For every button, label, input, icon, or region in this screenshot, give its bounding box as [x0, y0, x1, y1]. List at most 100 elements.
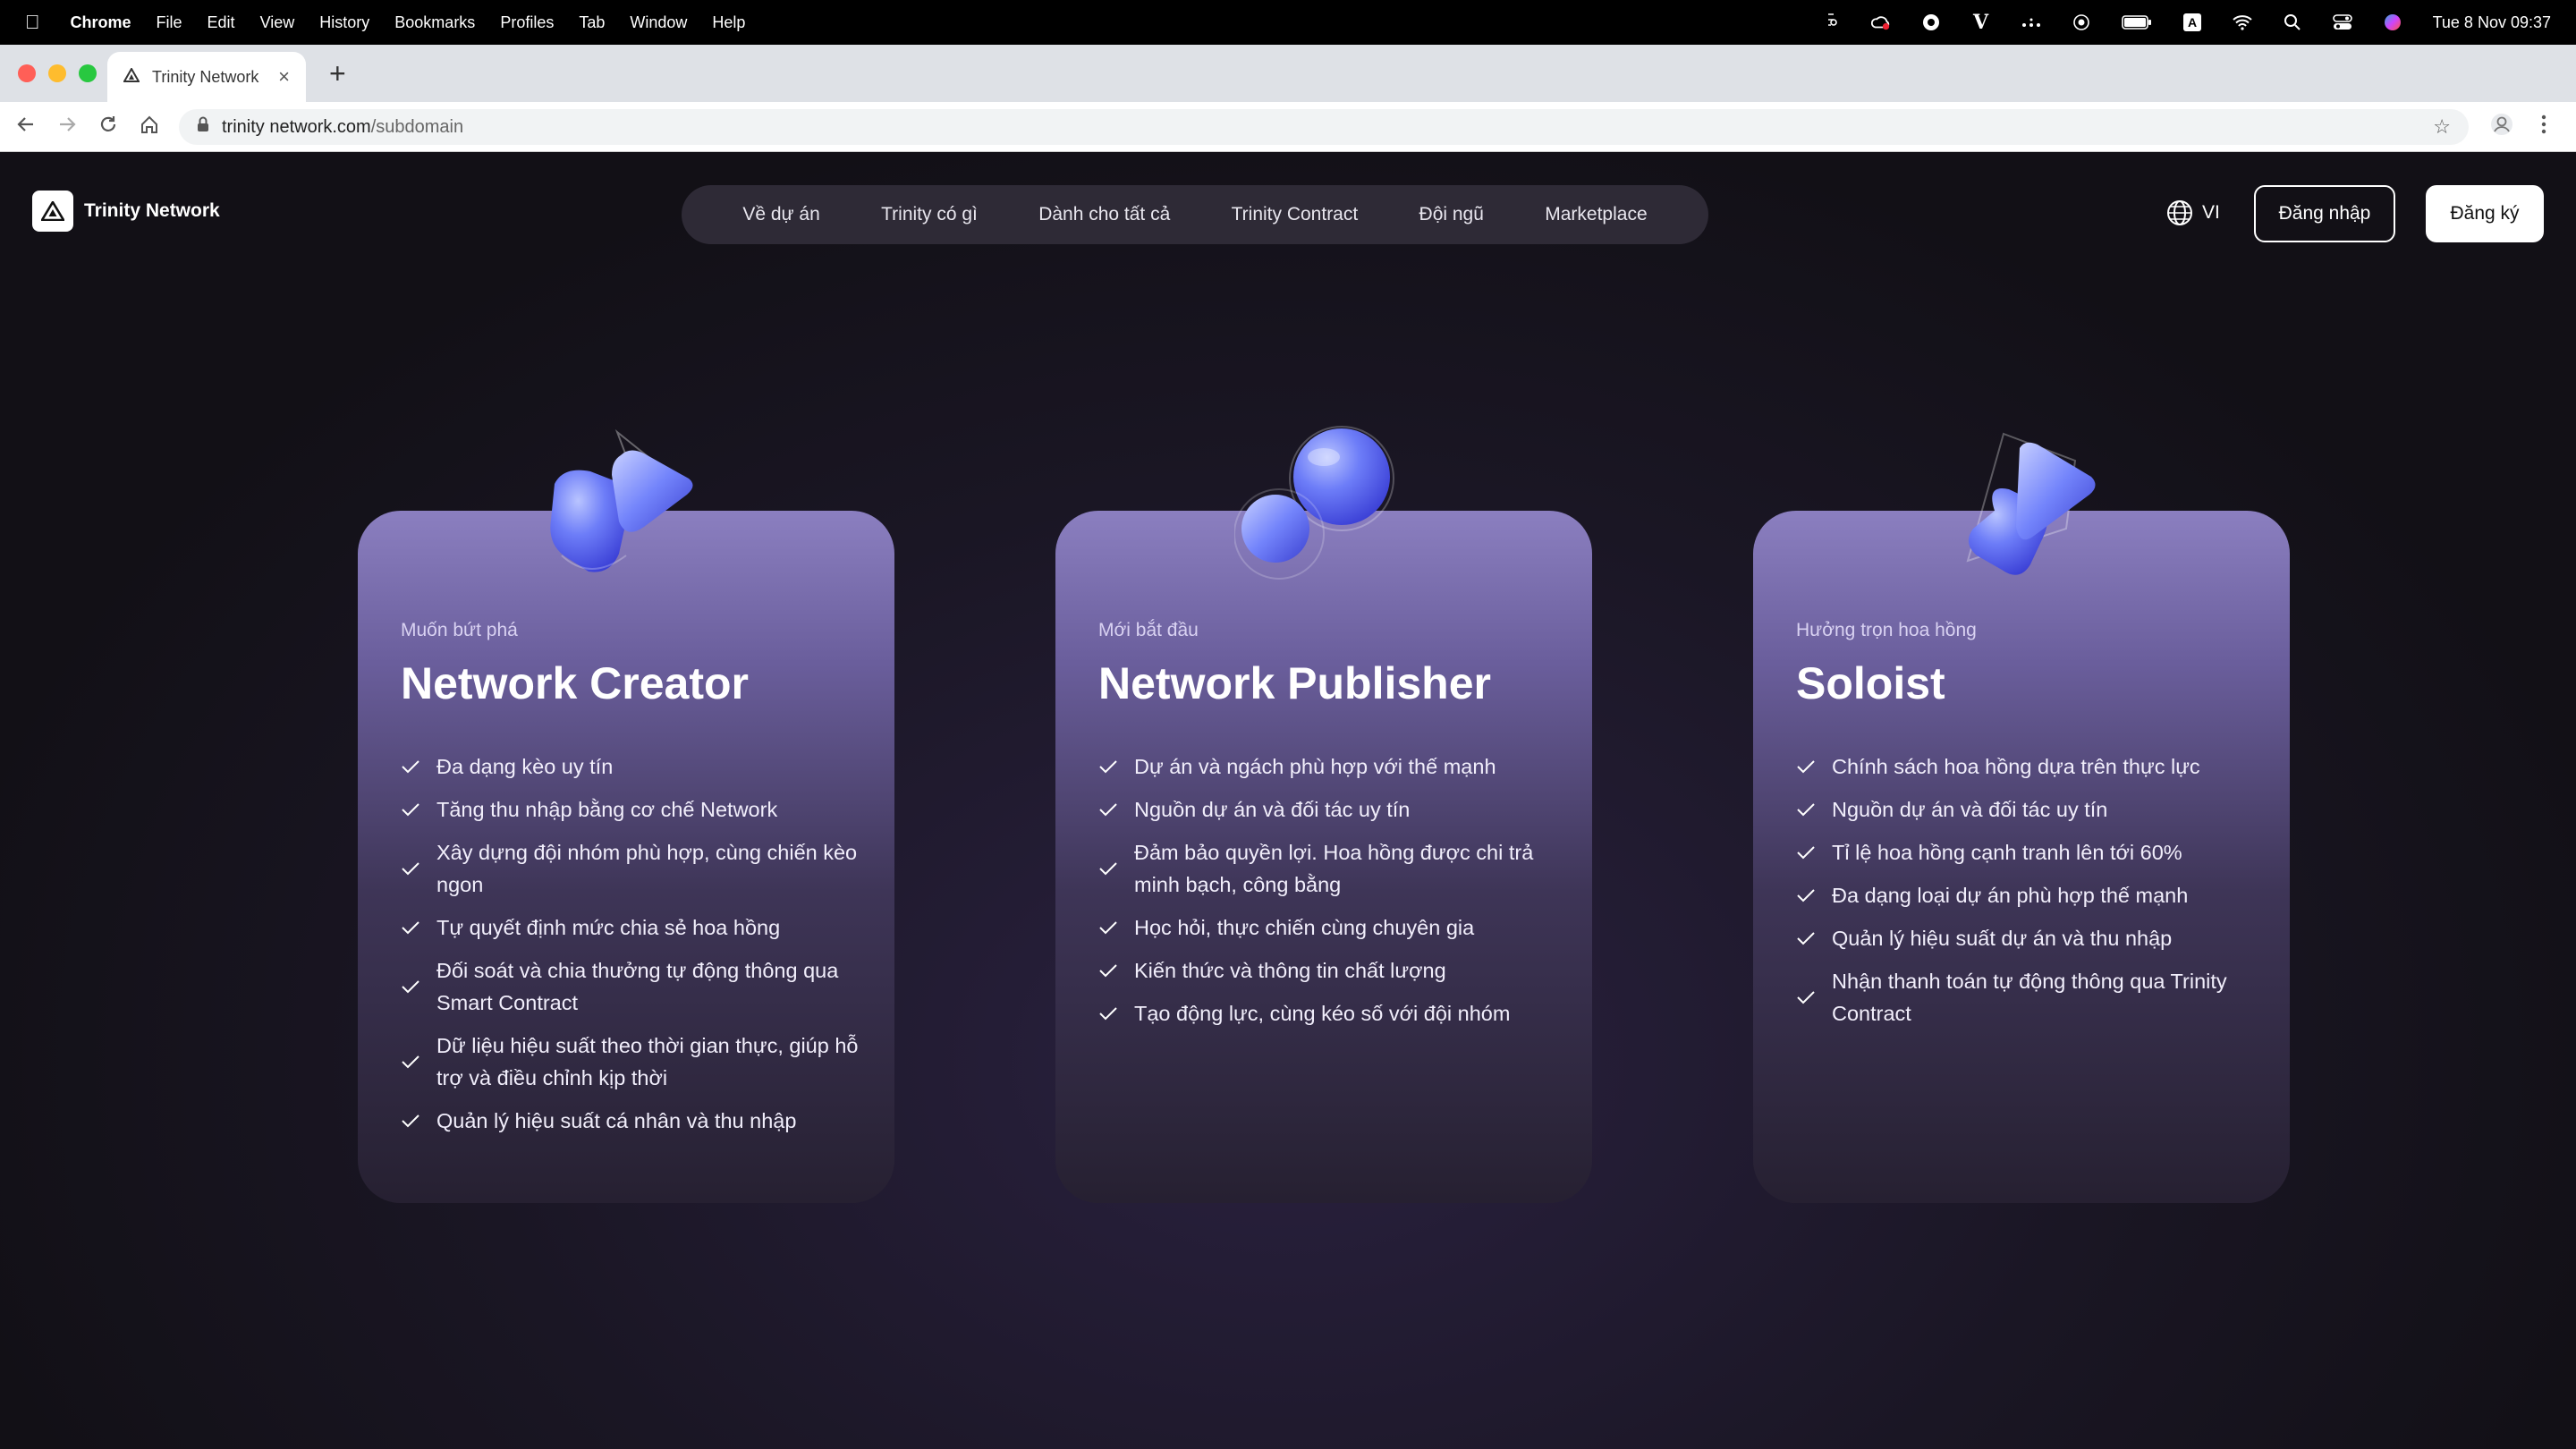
window-controls: [18, 64, 97, 82]
card-subtitle: Hưởng trọn hoa hồng: [1796, 620, 1977, 640]
nav-doi-ngu[interactable]: Đội ngũ: [1419, 204, 1484, 225]
menu-help[interactable]: Help: [712, 13, 745, 32]
minimize-window-button[interactable]: [48, 64, 66, 82]
new-tab-icon[interactable]: +: [329, 57, 346, 90]
card-subtitle: Muốn bứt phá: [401, 620, 518, 640]
bookmark-star-icon[interactable]: ☆: [2433, 115, 2451, 139]
profile-icon[interactable]: [2490, 113, 2513, 142]
home-icon[interactable]: [140, 114, 159, 140]
url-host: trinity network.com: [222, 116, 371, 137]
globe-icon: [2167, 200, 2192, 225]
feature-text: Tạo động lực, cùng kéo số với đội nhóm: [1134, 1002, 1511, 1025]
creative-cloud-icon[interactable]: [1870, 13, 1891, 32]
feature-item: Đa dạng loại dự án phù hợp thế mạnh: [1796, 879, 2261, 911]
feature-text: Xây dựng đội nhóm phù hợp, cùng chiến kè…: [436, 841, 858, 896]
url-bar[interactable]: trinity network.com/subdomain ☆: [179, 109, 2469, 145]
feature-text: Quản lý hiệu suất cá nhân và thu nhập: [436, 1109, 797, 1132]
more-menu-icon[interactable]: [2540, 113, 2547, 142]
check-icon: [1098, 919, 1120, 936]
feature-list: Chính sách hoa hồng dựa trên thực lực Ng…: [1796, 750, 2261, 1040]
check-icon: [401, 1113, 422, 1129]
reload-icon[interactable]: [98, 114, 118, 140]
nav-trinity-co-gi[interactable]: Trinity có gì: [881, 204, 978, 225]
menu-clock[interactable]: Tue 8 Nov 09:37: [2433, 13, 2551, 32]
check-icon: [1796, 930, 1818, 946]
v-app-icon[interactable]: V: [1971, 11, 1991, 34]
menu-view[interactable]: View: [260, 13, 295, 32]
menu-app-name[interactable]: Chrome: [71, 13, 131, 32]
feature-item: Đối soát và chia thưởng tự động thông qu…: [401, 954, 866, 1019]
feature-text: Đa dạng loại dự án phù hợp thế mạnh: [1832, 884, 2189, 907]
feature-item: Tự quyết định mức chia sẻ hoa hồng: [401, 911, 866, 944]
feature-item: Học hỏi, thực chiến cùng chuyên gia: [1098, 911, 1563, 944]
menu-file[interactable]: File: [157, 13, 182, 32]
page-content: Trinity Network Về dự án Trinity có gì D…: [0, 153, 2576, 1449]
browser-tab-strip: Trinity Network × +: [0, 45, 2576, 102]
check-icon: [1796, 758, 1818, 775]
nav-danh-cho-tat-ca[interactable]: Dành cho tất cả: [1038, 204, 1170, 225]
feature-text: Quản lý hiệu suất dự án và thu nhập: [1832, 927, 2173, 950]
menu-bookmarks[interactable]: Bookmarks: [394, 13, 475, 32]
site-logo[interactable]: Trinity Network: [32, 191, 220, 232]
trinity-logo-icon: [32, 191, 73, 232]
feature-text: Tự quyết định mức chia sẻ hoa hồng: [436, 916, 781, 939]
plan-card-publisher: Mới bắt đầu Network Publisher Dự án và n…: [1055, 426, 1592, 1203]
forward-icon[interactable]: [57, 114, 77, 140]
card-title: Network Publisher: [1098, 658, 1491, 708]
check-icon: [1098, 758, 1120, 775]
menu-profiles[interactable]: Profiles: [500, 13, 554, 32]
apple-icon[interactable]: : [25, 11, 40, 34]
feature-item: Xây dựng đội nhóm phù hợp, cùng chiến kè…: [401, 836, 866, 901]
feature-item: Nguồn dự án và đối tác uy tín: [1098, 793, 1563, 826]
login-button[interactable]: Đăng nhập: [2254, 185, 2395, 242]
check-icon: [401, 801, 422, 818]
tab-close-icon[interactable]: ×: [278, 65, 290, 89]
check-icon: [1098, 962, 1120, 979]
language-switcher[interactable]: VI: [2166, 199, 2220, 226]
feature-text: Tỉ lệ hoa hồng cạnh tranh lên tới 60%: [1832, 841, 2182, 864]
dots-icon[interactable]: [2021, 13, 2041, 32]
control-center-icon[interactable]: [2332, 13, 2352, 32]
lock-icon[interactable]: [197, 116, 209, 138]
close-window-button[interactable]: [18, 64, 36, 82]
feature-list: Đa dạng kèo uy tín Tăng thu nhập bằng cơ…: [401, 750, 866, 1148]
menu-window[interactable]: Window: [630, 13, 687, 32]
battery-icon[interactable]: [2121, 13, 2152, 32]
spotlight-search-icon[interactable]: [2283, 13, 2302, 32]
nav-marketplace[interactable]: Marketplace: [1545, 204, 1647, 225]
check-icon: [401, 758, 422, 775]
back-icon[interactable]: [16, 114, 36, 140]
siri-icon[interactable]: [2383, 13, 2402, 32]
figma-icon[interactable]: [1821, 13, 1841, 32]
feature-text: Kiến thức và thông tin chất lượng: [1134, 959, 1446, 982]
feature-item: Tạo động lực, cùng kéo số với đội nhóm: [1098, 997, 1563, 1030]
menu-edit[interactable]: Edit: [208, 13, 235, 32]
wifi-icon[interactable]: [2232, 13, 2252, 32]
feature-item: Nguồn dự án và đối tác uy tín: [1796, 793, 2261, 826]
status-icons: V A Tue 8 Nov 09:37: [1821, 11, 2551, 34]
feature-list: Dự án và ngách phù hợp với thế mạnh Nguồ…: [1098, 750, 1563, 1040]
check-icon: [401, 860, 422, 877]
feature-item: Tỉ lệ hoa hồng cạnh tranh lên tới 60%: [1796, 836, 2261, 869]
plan-card-soloist: Hưởng trọn hoa hồng Soloist Chính sách h…: [1753, 432, 2290, 1203]
feature-text: Đảm bảo quyền lợi. Hoa hồng được chi trả…: [1134, 841, 1534, 896]
menu-tab[interactable]: Tab: [579, 13, 605, 32]
check-icon: [401, 979, 422, 995]
feature-text: Đa dạng kèo uy tín: [436, 755, 614, 778]
browser-tab-active[interactable]: Trinity Network ×: [107, 52, 306, 102]
menu-history[interactable]: History: [319, 13, 369, 32]
feature-text: Chính sách hoa hồng dựa trên thực lực: [1832, 755, 2200, 778]
input-source-icon[interactable]: A: [2182, 13, 2202, 32]
check-icon: [401, 919, 422, 936]
browser-toolbar: trinity network.com/subdomain ☆: [0, 102, 2576, 152]
feature-item: Đảm bảo quyền lợi. Hoa hồng được chi trả…: [1098, 836, 1563, 901]
nav-ve-du-an[interactable]: Về dự án: [742, 204, 819, 225]
nav-trinity-contract[interactable]: Trinity Contract: [1232, 204, 1359, 225]
zoom-window-button[interactable]: [79, 64, 97, 82]
record-icon[interactable]: [2072, 13, 2091, 32]
feature-item: Đa dạng kèo uy tín: [401, 750, 866, 783]
circle-app-icon[interactable]: [1921, 13, 1941, 32]
check-icon: [1796, 801, 1818, 818]
macos-menu-bar:  Chrome File Edit View History Bookmark…: [0, 0, 2576, 45]
register-button[interactable]: Đăng ký: [2426, 185, 2544, 242]
